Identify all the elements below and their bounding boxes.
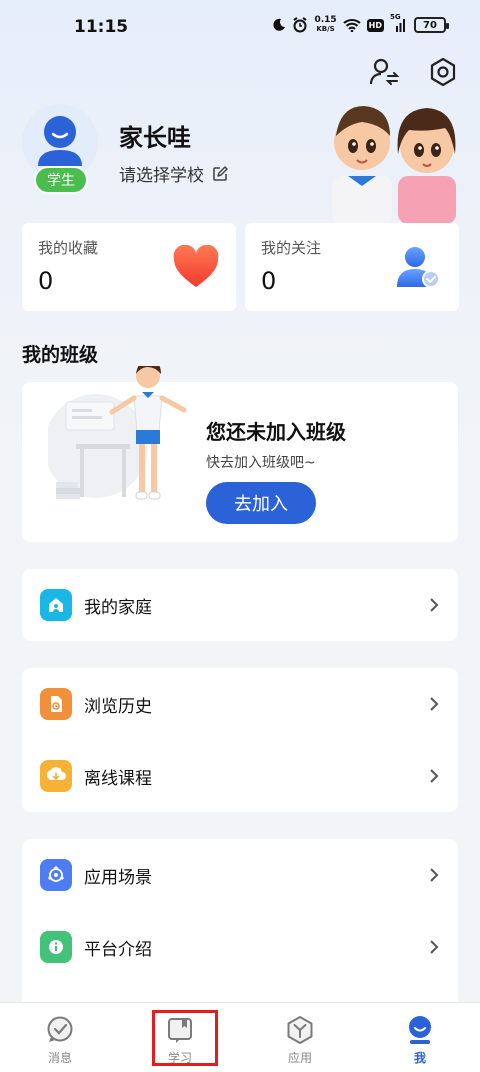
class-card: 您还未加入班级 快去加入班级吧~ 去加入 <box>22 366 458 542</box>
following-label: 我的关注 <box>261 239 322 257</box>
chevron-right-icon <box>430 940 439 954</box>
menu-label-platform-intro: 平台介绍 <box>84 939 152 960</box>
my-class-title: 我的班级 <box>22 344 99 366</box>
chevron-right-icon <box>430 697 439 711</box>
study-tab-highlight-box <box>152 1010 218 1066</box>
kids-illustration <box>332 106 456 224</box>
edit-icon <box>213 165 228 181</box>
profile-icon <box>409 1016 431 1044</box>
chevron-right-icon <box>430 598 439 612</box>
scene-icon <box>40 859 72 891</box>
no-class-subtitle: 快去加入班级吧~ <box>206 455 316 471</box>
nav-label-apps: 应用 <box>287 1051 312 1065</box>
bottom-nav: 消息 学习 应用 我 <box>0 1002 480 1072</box>
nav-label-me: 我 <box>413 1051 426 1065</box>
following-card[interactable]: 我的关注 0 <box>245 223 459 311</box>
student-illustration <box>48 366 187 500</box>
settings-icon <box>430 57 456 87</box>
favorites-count: 0 <box>38 267 54 295</box>
signal-indicator: 5G <box>390 13 408 32</box>
menu-group-family: 我的家庭 <box>22 569 458 641</box>
menu-item-platform-intro[interactable]: 平台介绍 <box>22 911 458 983</box>
menu-group-history: 浏览历史 离线课程 <box>22 668 458 812</box>
role-badge: 学生 <box>34 166 88 194</box>
favorites-card[interactable]: 我的收藏 0 <box>22 223 236 311</box>
chevron-right-icon <box>430 868 439 882</box>
download-icon <box>40 760 72 792</box>
status-icons: 0.15 KB/S HD 5G 70 <box>272 13 449 34</box>
menu-label-offline: 离线课程 <box>84 768 152 789</box>
wifi-icon <box>342 19 361 32</box>
network-type: 5G <box>390 13 401 21</box>
settings-button[interactable] <box>427 56 459 88</box>
switch-user-button[interactable] <box>368 56 400 88</box>
select-school-link[interactable]: 请选择学校 <box>119 161 228 186</box>
menu-label-family: 我的家庭 <box>84 597 152 618</box>
info-icon <box>40 931 72 963</box>
follow-user-icon <box>397 247 440 288</box>
status-bar: 11:15 0.15 KB/S HD 5G 70 <box>0 0 480 52</box>
menu-label-history: 浏览历史 <box>84 696 152 717</box>
join-class-button[interactable]: 去加入 <box>206 482 316 524</box>
select-school-label: 请选择学校 <box>119 166 204 186</box>
net-speed-value: 0.15 <box>314 15 337 25</box>
message-icon <box>47 1016 73 1042</box>
home-icon <box>40 589 72 621</box>
menu-group-platform: 应用场景 平台介绍 <box>22 839 458 1009</box>
moon-icon <box>273 18 286 31</box>
hd-badge: HD <box>366 18 384 32</box>
status-time: 11:15 <box>74 17 129 37</box>
heart-icon <box>173 245 219 287</box>
user-name: 家长哇 <box>119 124 191 152</box>
menu-item-scenes[interactable]: 应用场景 <box>22 839 458 911</box>
net-speed-unit: KB/S <box>316 25 335 33</box>
apps-icon <box>287 1016 313 1044</box>
favorites-label: 我的收藏 <box>38 239 99 257</box>
alarm-icon <box>293 17 307 33</box>
battery-icon: 70 <box>414 17 449 33</box>
no-class-title: 您还未加入班级 <box>206 420 346 444</box>
switch-user-icon <box>369 58 400 85</box>
nav-tab-apps[interactable]: 应用 <box>240 1003 360 1072</box>
history-icon <box>40 688 72 720</box>
menu-item-offline[interactable]: 离线课程 <box>22 740 458 812</box>
nav-tab-messages[interactable]: 消息 <box>0 1003 120 1072</box>
menu-label-scenes: 应用场景 <box>84 867 152 888</box>
nav-label-messages: 消息 <box>47 1051 72 1065</box>
chevron-right-icon <box>430 769 439 783</box>
menu-item-family[interactable]: 我的家庭 <box>22 569 458 641</box>
net-speed: 0.15 KB/S <box>314 16 336 34</box>
nav-tab-me[interactable]: 我 <box>360 1003 480 1072</box>
menu-item-history[interactable]: 浏览历史 <box>22 668 458 740</box>
following-count: 0 <box>261 267 277 295</box>
